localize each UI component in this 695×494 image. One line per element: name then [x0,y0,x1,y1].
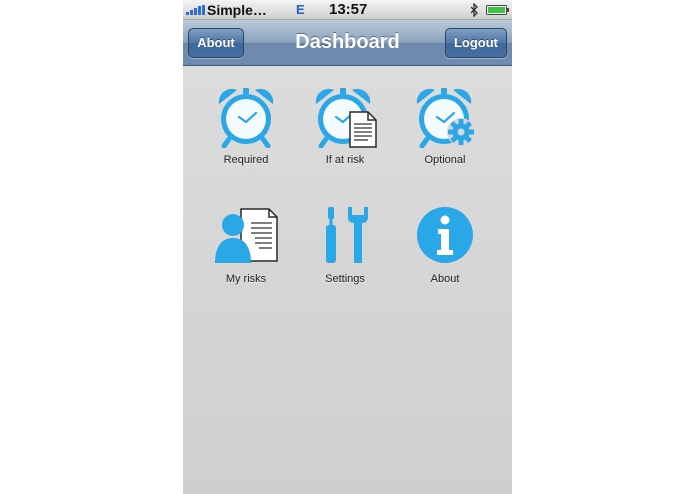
alarm-clock-gear-icon [416,88,475,148]
settings-label: Settings [325,273,365,285]
optional-tile[interactable]: Optional [400,84,490,184]
navigation-bar: Dashboard About Logout [183,20,512,66]
my-risks-label: My risks [225,273,267,285]
battery-icon [486,5,509,15]
carrier-name: Simple… [207,2,267,18]
status-time: 13:57 [329,1,368,18]
if-at-risk-tile[interactable]: If at risk [300,84,390,184]
required-tile[interactable]: Required [201,84,291,184]
signal-strength-icon [186,5,205,15]
about-label: About [430,273,460,285]
if-at-risk-label: If at risk [325,154,365,166]
settings-tile[interactable]: Settings [300,203,390,303]
dashboard-grid: Required If at risk Optional My risks Se… [183,66,512,494]
about-button[interactable]: About [188,28,244,58]
phone-screen: Simple… E 13:57 Dashboard About Logout R… [183,0,512,494]
person-document-icon [215,208,278,263]
my-risks-tile[interactable]: My risks [201,203,291,303]
required-label: Required [223,154,269,166]
bluetooth-icon [470,3,478,17]
network-type: E [296,2,305,17]
info-icon [417,207,473,263]
alarm-clock-document-icon [315,88,377,148]
optional-label: Optional [424,154,466,166]
status-bar: Simple… E 13:57 [183,0,512,20]
tools-icon [326,207,368,263]
logout-button[interactable]: Logout [445,28,507,58]
about-tile[interactable]: About [400,203,490,303]
alarm-clock-icon [218,88,274,148]
